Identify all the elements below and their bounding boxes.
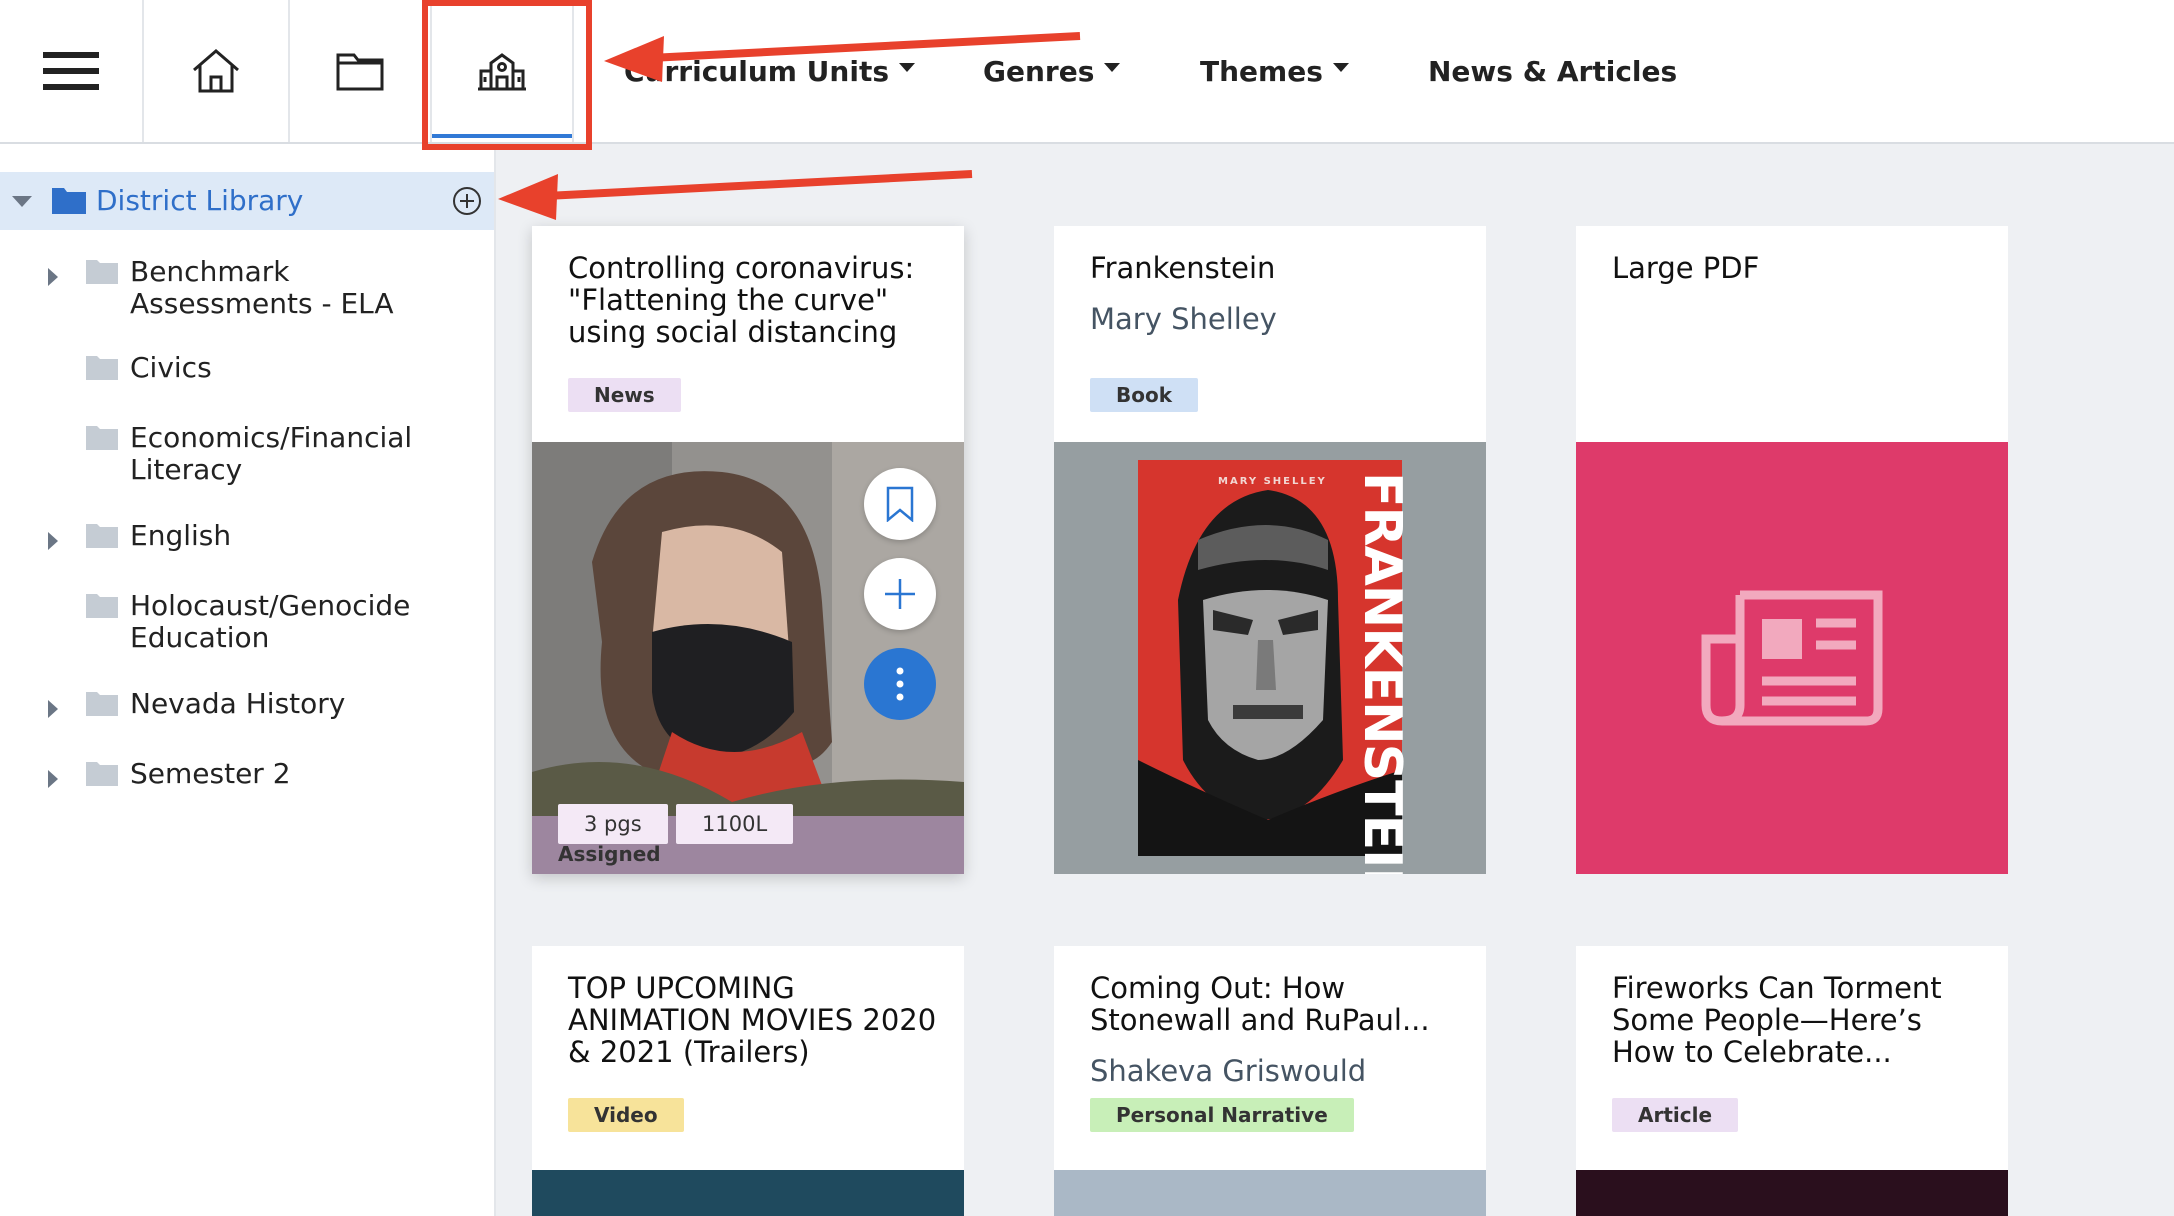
content-card[interactable]: Frankenstein Mary Shelley Book MARY SHEL… (1054, 226, 1486, 874)
tree-item-label: Benchmark Assessments - ELA (130, 255, 394, 320)
tree-item-label: Semester 2 (130, 757, 291, 790)
folder-icon (86, 762, 118, 786)
folder-icon (86, 356, 118, 380)
bookmark-button[interactable] (864, 468, 936, 540)
card-thumbnail[interactable]: Assigned 3 pgs 1100L (532, 442, 964, 874)
folder-icon (336, 53, 384, 91)
nav-curriculum-units[interactable]: Curriculum Units (624, 0, 916, 142)
tree-root-label: District Library (96, 184, 304, 217)
content-card[interactable]: Controlling coronavirus: "Flattening the… (532, 226, 964, 874)
add-to-folder-button[interactable] (864, 558, 936, 630)
folder-icon (52, 188, 86, 214)
folder-icon (86, 692, 118, 716)
card-title: Frankenstein (1090, 251, 1276, 285)
card-title: Large PDF (1612, 251, 1760, 285)
tree-item-label: English (130, 519, 232, 552)
card-title: Controlling coronavirus: "Flattening the… (568, 251, 915, 349)
folder-button[interactable] (290, 0, 432, 142)
genre-tag: Personal Narrative (1090, 1098, 1354, 1132)
collapse-caret-icon[interactable] (12, 196, 32, 207)
tree-item-label: Economics/Financial Literacy (130, 421, 413, 486)
chevron-down-icon (1104, 62, 1121, 72)
top-navigation-bar: Curriculum Units Genres Themes News & Ar… (0, 0, 2174, 144)
nav-themes[interactable]: Themes (1200, 0, 1349, 142)
cover-title: FRANKENSTEIN (1352, 472, 1412, 874)
expand-caret-icon[interactable] (48, 770, 58, 788)
tree-item-benchmark-assessments[interactable]: Benchmark Assessments - ELA (0, 256, 494, 322)
folder-icon (86, 260, 118, 284)
expand-caret-icon[interactable] (48, 532, 58, 550)
annotation-highlight-box (422, 0, 592, 150)
expand-caret-icon[interactable] (48, 268, 58, 286)
tree-item-label: Nevada History (130, 687, 346, 720)
more-vertical-icon (896, 667, 904, 701)
card-title: TOP UPCOMING ANIMATION MOVIES 2020 & 202… (568, 971, 937, 1069)
tree-root-district-library[interactable]: District Library (0, 172, 494, 230)
cover-author: MARY SHELLEY (1218, 476, 1327, 487)
tree-item-semester-2[interactable]: Semester 2 (0, 758, 494, 792)
chevron-down-icon (899, 62, 916, 72)
tree-item-label: Holocaust/Genocide Education (130, 589, 411, 654)
home-icon (193, 49, 239, 93)
folder-icon (86, 594, 118, 618)
add-circle-icon[interactable] (452, 186, 482, 216)
plus-icon (885, 579, 915, 609)
tree-item-english[interactable]: English (0, 520, 494, 554)
content-card[interactable]: TOP UPCOMING ANIMATION MOVIES 2020 & 202… (532, 946, 964, 1216)
more-options-button[interactable] (864, 648, 936, 720)
card-thumbnail[interactable] (1054, 1170, 1486, 1216)
content-card[interactable]: Large PDF (1576, 226, 2008, 874)
card-author: Mary Shelley (1090, 302, 1277, 336)
card-thumbnail[interactable] (532, 1170, 964, 1216)
card-thumbnail[interactable] (1576, 1170, 2008, 1216)
menu-icon (43, 52, 99, 90)
nav-news-articles[interactable]: News & Articles (1428, 0, 1677, 142)
library-sidebar: District Library Benchmark Assessments -… (0, 144, 496, 1216)
lexile-badge: 1100L (676, 804, 794, 844)
genre-tag: News (568, 378, 681, 412)
content-card[interactable]: Coming Out: How Stonewall and RuPaul... … (1054, 946, 1486, 1216)
home-button[interactable] (144, 0, 290, 142)
tree-item-label: Civics (130, 351, 212, 384)
nav-genres[interactable]: Genres (983, 0, 1121, 142)
newspaper-icon (1701, 590, 1883, 726)
folder-icon (86, 524, 118, 548)
tree-item-civics[interactable]: Civics (0, 352, 494, 386)
genre-tag: Article (1612, 1098, 1739, 1132)
genre-tag: Book (1090, 378, 1199, 412)
card-title: Fireworks Can Torment Some People—Here’s… (1612, 971, 1942, 1069)
tree-item-nevada-history[interactable]: Nevada History (0, 688, 494, 722)
card-thumbnail[interactable] (1576, 442, 2008, 874)
expand-caret-icon[interactable] (48, 700, 58, 718)
tree-item-holocaust[interactable]: Holocaust/Genocide Education (0, 590, 494, 656)
menu-button[interactable] (0, 0, 144, 142)
tree-item-economics[interactable]: Economics/Financial Literacy (0, 422, 494, 488)
folder-icon (86, 426, 118, 450)
page-count-badge: 3 pgs (558, 804, 668, 844)
card-author: Shakeva Griswould (1090, 1054, 1367, 1088)
bookmark-icon (886, 486, 914, 522)
chevron-down-icon (1332, 62, 1349, 72)
card-title: Coming Out: How Stonewall and RuPaul... (1090, 971, 1430, 1037)
card-thumbnail[interactable]: MARY SHELLEY FRANKENSTEIN (1054, 442, 1486, 874)
content-card[interactable]: Fireworks Can Torment Some People—Here’s… (1576, 946, 2008, 1216)
genre-tag: Video (568, 1098, 684, 1132)
